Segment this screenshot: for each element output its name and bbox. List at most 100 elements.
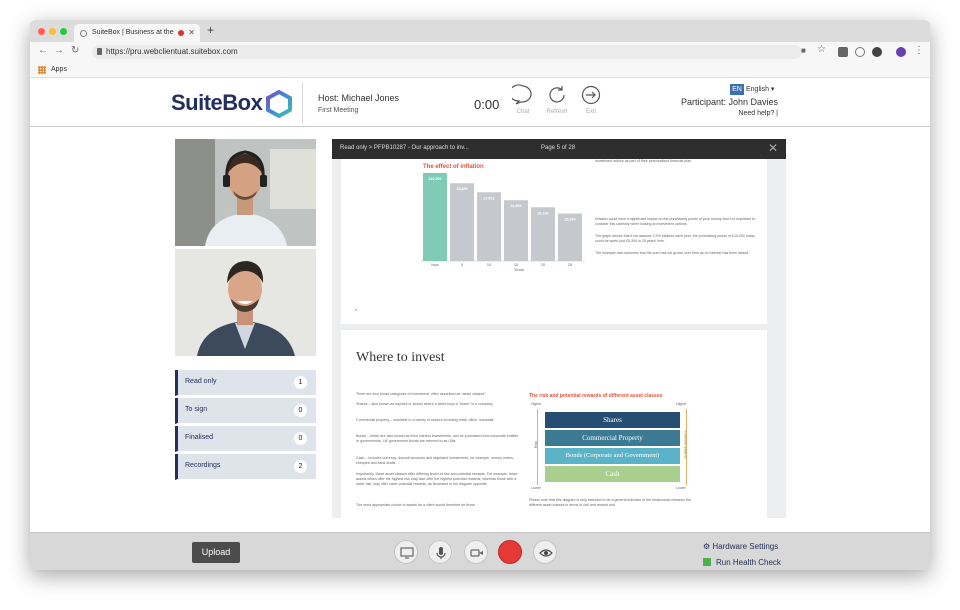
status-item-finalised[interactable]: Finalised 0 xyxy=(175,426,316,452)
camera-permission-icon[interactable]: ■ xyxy=(801,46,806,55)
suitebox-logo: SuiteBox xyxy=(171,90,263,115)
chat-button[interactable]: Chat xyxy=(506,84,540,115)
chart-bar xyxy=(477,192,501,261)
meeting-workspace: Read only 1 To sign 0 Finalised 0 Record… xyxy=(30,127,930,532)
maximize-window-button[interactable] xyxy=(60,28,67,35)
screen-share-icon xyxy=(400,547,414,559)
minimize-window-button[interactable] xyxy=(49,28,56,35)
tab-strip: SuiteBox | Business at the ✕ + xyxy=(30,20,930,42)
hardware-settings-link[interactable]: ⚙ Hardware Settings xyxy=(703,542,778,551)
reload-icon[interactable]: ↻ xyxy=(71,45,79,56)
chat-label: Chat xyxy=(516,109,530,115)
apps-grid-icon[interactable] xyxy=(38,66,46,74)
record-button[interactable] xyxy=(498,540,522,564)
help-link[interactable]: Need help? | xyxy=(738,110,778,117)
x-tick-label: 25 xyxy=(568,263,572,267)
status-item-to-sign[interactable]: To sign 0 xyxy=(175,398,316,424)
participant-view-button[interactable] xyxy=(533,540,557,564)
microphone-icon xyxy=(436,547,446,559)
bookmark-star-icon[interactable]: ☆ xyxy=(817,44,826,55)
document-page-inflation: investment advice as part of their perso… xyxy=(341,159,767,324)
x-axis-label: Years xyxy=(514,267,524,272)
x-tick-label: Now xyxy=(431,263,439,267)
eye-icon xyxy=(539,549,553,557)
x-tick-label: 20 xyxy=(541,263,545,267)
chevron-down-icon: ▾ xyxy=(770,86,775,93)
camera-button[interactable] xyxy=(464,540,488,564)
page-text: The graph shows that if we assume 2.5% i… xyxy=(595,234,755,243)
hardware-settings-label: Hardware Settings xyxy=(712,542,779,551)
page-number: 4 xyxy=(355,308,357,312)
browser-tab[interactable]: SuiteBox | Business at the ✕ xyxy=(74,24,200,42)
bar-value-label: £5,394 xyxy=(565,218,576,222)
upload-button[interactable]: Upload xyxy=(192,542,240,563)
chart-bar xyxy=(531,207,555,261)
health-check-label: Run Health Check xyxy=(716,558,781,567)
extension-icon[interactable] xyxy=(872,47,882,57)
page-text: Importantly, these asset classes offer d… xyxy=(356,472,518,486)
status-label: Read only xyxy=(185,378,217,385)
close-window-button[interactable] xyxy=(38,28,45,35)
page-text: Inflation could have a significant impac… xyxy=(595,217,756,226)
new-tab-icon[interactable]: + xyxy=(207,23,214,37)
status-item-recordings[interactable]: Recordings 2 xyxy=(175,454,316,480)
address-bar-row: ← → ↻ https://pru.webclientuat.suitebox.… xyxy=(30,42,930,62)
status-item-read-only[interactable]: Read only 1 xyxy=(175,370,316,396)
header-divider xyxy=(302,82,303,124)
status-count-badge: 0 xyxy=(294,404,307,417)
bar-value-label: £6,103 xyxy=(538,211,549,215)
refresh-button[interactable]: Refresh xyxy=(540,84,574,115)
screen-share-button[interactable] xyxy=(394,540,418,564)
url-bar[interactable]: https://pru.webclientuat.suitebox.com xyxy=(92,45,802,59)
bar-value-label: £6,905 xyxy=(511,204,522,208)
chart-bar xyxy=(450,183,474,261)
rewards-higher-label: Higher xyxy=(676,402,687,406)
asset-class-bar-shares: Shares xyxy=(545,412,680,428)
bar-value-label: £10,000 xyxy=(429,177,442,181)
browser-window: SuiteBox | Business at the ✕ + ← → ↻ htt… xyxy=(30,20,930,570)
diagram-title: The risk and potential rewards of differ… xyxy=(529,393,663,399)
status-count-badge: 2 xyxy=(294,460,307,473)
participant-video-feed xyxy=(175,249,316,356)
meeting-controls-bar: Upload ⚙ Hardware Settings Run Health Ch… xyxy=(30,532,930,570)
diagram-note: Please note that this diagram is only in… xyxy=(529,498,692,507)
microphone-button[interactable] xyxy=(428,540,452,564)
page-text: The example also assumes that the sum ha… xyxy=(595,251,750,255)
apps-bookmark[interactable]: Apps xyxy=(51,66,67,73)
close-tab-icon[interactable]: ✕ xyxy=(188,24,195,42)
rewards-lower-label: Lower xyxy=(676,486,686,490)
video-camera-icon xyxy=(470,549,483,557)
language-selector[interactable]: English ▾ xyxy=(746,85,774,93)
health-check-icon xyxy=(703,558,711,566)
language-code-badge[interactable]: EN xyxy=(730,84,744,95)
back-icon[interactable]: ← xyxy=(38,45,48,56)
document-viewer[interactable]: Read only > PFPB10287 - Our approach to … xyxy=(332,139,786,518)
participant-video-tile xyxy=(175,249,316,356)
inflation-chart: The effect of inflation Years £10,000 Now… xyxy=(421,164,585,272)
host-name: Host: Michael Jones xyxy=(318,93,400,103)
exit-button[interactable]: Exit xyxy=(574,84,608,115)
forward-icon[interactable]: → xyxy=(54,45,64,56)
risk-lower-label: Lower xyxy=(531,486,541,490)
more-menu-icon[interactable]: ⋮ xyxy=(914,45,924,56)
run-health-check-link[interactable]: Run Health Check xyxy=(703,558,781,567)
meeting-timer: 0:00 xyxy=(474,97,500,112)
risk-arrow xyxy=(537,409,538,485)
page-heading: Where to invest xyxy=(356,350,445,365)
tab-title: SuiteBox | Business at the xyxy=(92,29,174,36)
url-text: https://pru.webclientuat.suitebox.com xyxy=(106,47,238,56)
status-label: Recordings xyxy=(185,462,221,469)
status-label: To sign xyxy=(185,406,208,413)
chart-bar xyxy=(423,173,447,261)
lock-icon xyxy=(97,48,102,55)
profile-avatar[interactable] xyxy=(896,47,906,57)
close-viewer-icon[interactable]: ✕ xyxy=(768,141,778,155)
chat-icon xyxy=(512,84,532,105)
extension-icon[interactable] xyxy=(838,47,848,57)
extension-icon[interactable] xyxy=(855,47,865,57)
page-text: Bonds – which are also known as fixed in… xyxy=(356,434,519,443)
meeting-name: First Meeting xyxy=(318,107,359,114)
participant-name: Participant: John Davies xyxy=(680,97,778,107)
suitebox-hexagon-icon xyxy=(266,90,292,118)
page-text: investment advice as part of their perso… xyxy=(595,159,693,163)
